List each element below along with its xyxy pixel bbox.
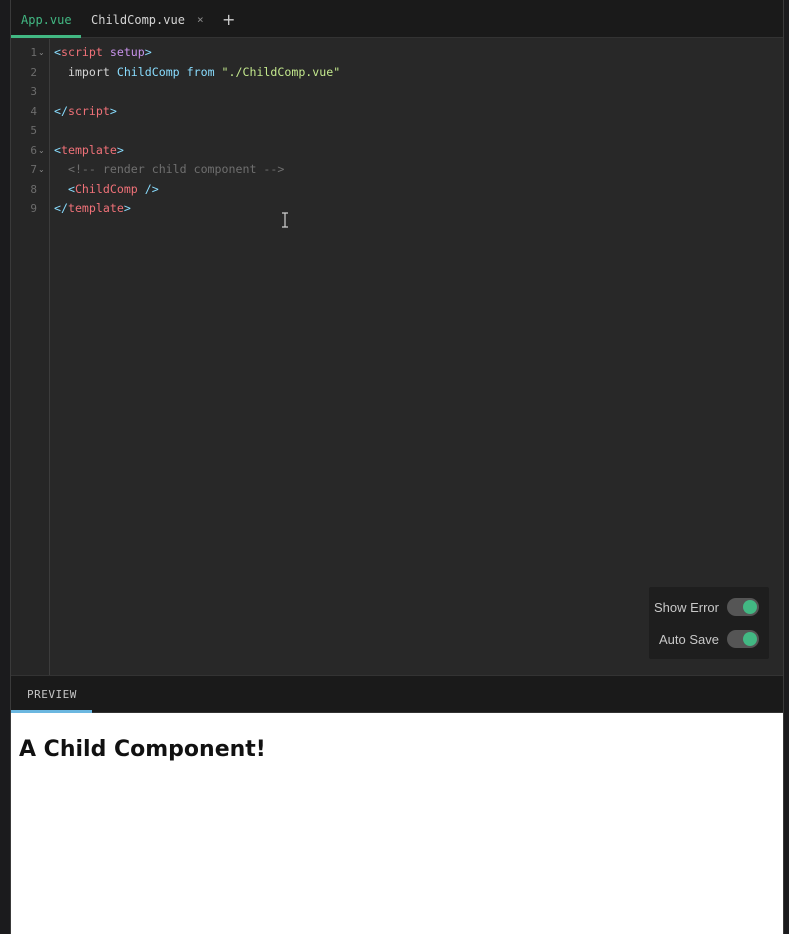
auto-save-toggle[interactable]: Auto Save (659, 629, 759, 649)
toggle-label: Show Error (653, 599, 719, 615)
token: > (109, 103, 117, 118)
toggle-label: Auto Save (659, 631, 719, 647)
preview-tabs: PREVIEW (11, 675, 783, 713)
line-number: 3 (30, 85, 37, 98)
toggle-switch[interactable] (727, 630, 759, 648)
code-content[interactable]: <script setup> import ChildComp from "./… (54, 43, 783, 219)
code-line: <template> (54, 141, 783, 161)
token: script (60, 45, 103, 59)
code-line: <script setup> (54, 43, 783, 63)
token: > (123, 201, 131, 215)
code-editor[interactable]: 1 ⌄ 2 3 4 5 6 ⌄ 7 ⌄ 8 9 <script setup> i… (11, 39, 783, 675)
line-number: 6 (30, 143, 37, 157)
preview-heading: A Child Component! (19, 737, 266, 762)
code-line: import ChildComp from "./ChildComp.vue" (54, 63, 783, 83)
token: /> (137, 181, 159, 196)
line-gutter: 1 ⌄ 2 3 4 5 6 ⌄ 7 ⌄ 8 9 (11, 39, 50, 675)
line-number: 7 (30, 163, 37, 176)
token: import (67, 64, 110, 79)
token: > (144, 45, 152, 59)
fold-chevron-icon[interactable]: ⌄ (38, 141, 46, 161)
line-number: 5 (30, 124, 37, 137)
token: > (116, 142, 124, 157)
line-number: 4 (30, 104, 37, 118)
token: template (60, 142, 117, 157)
editor-toggles-panel: Show Error Auto Save (649, 587, 769, 659)
token: ChildComp (109, 64, 187, 79)
token: </ (54, 201, 68, 215)
toggle-knob (743, 600, 757, 614)
tab-app-vue[interactable]: App.vue (11, 0, 81, 38)
toggle-switch[interactable] (727, 598, 759, 616)
preview-pane[interactable]: A Child Component! (11, 713, 783, 934)
token: ChildComp (74, 181, 138, 196)
token: < (54, 142, 61, 157)
token: </ (54, 103, 68, 118)
repl-window: App.vue ChildComp.vue × + 1 ⌄ 2 3 4 5 6 … (10, 0, 784, 934)
line-number: 1 (30, 46, 37, 59)
code-line: <ChildComp /> (54, 180, 783, 200)
close-icon[interactable]: × (197, 0, 204, 40)
line-number: 2 (30, 65, 37, 79)
fold-chevron-icon[interactable]: ⌄ (38, 43, 46, 63)
line-number: 9 (30, 202, 37, 215)
text-cursor-icon (282, 212, 288, 228)
token: from (186, 64, 215, 79)
token: < (54, 45, 61, 59)
token: "./ChildComp.vue" (221, 64, 341, 79)
code-line: </template> (54, 199, 783, 219)
token: setup (102, 45, 145, 59)
tab-preview[interactable]: PREVIEW (11, 676, 92, 713)
token: < (67, 181, 75, 196)
code-line: <!-- render child component --> (54, 160, 783, 180)
line-number: 8 (30, 182, 37, 196)
fold-chevron-icon[interactable]: ⌄ (38, 160, 46, 180)
code-line: </script> (54, 102, 783, 122)
tab-childcomp-vue[interactable]: ChildComp.vue (91, 0, 185, 38)
add-file-button[interactable]: + (222, 0, 235, 40)
toggle-knob (743, 632, 757, 646)
show-error-toggle[interactable]: Show Error (654, 597, 759, 617)
token: <!-- render child component --> (54, 162, 285, 176)
file-tabs: App.vue ChildComp.vue × + (11, 0, 783, 38)
token: template (67, 201, 124, 215)
token: script (67, 103, 110, 118)
